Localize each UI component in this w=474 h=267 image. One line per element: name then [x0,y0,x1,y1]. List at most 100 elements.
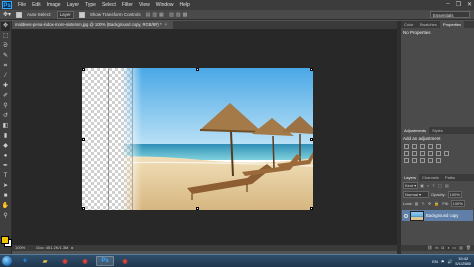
menu-layer[interactable]: Layer [67,2,80,8]
gradient-tool-icon[interactable]: ▮ [1,132,10,141]
marquee-tool-icon[interactable]: ⬚ [1,32,10,41]
menu-select[interactable]: Select [102,2,116,8]
transform-handle[interactable] [310,138,313,141]
black-white-icon[interactable] [420,151,425,156]
selective-color-icon[interactable] [436,158,441,163]
dodge-tool-icon[interactable]: ● [1,152,10,161]
transform-handle[interactable] [196,207,199,210]
flag-icon[interactable]: ⚑ [441,259,445,264]
close-tab-icon[interactable]: × [165,22,167,27]
path-select-tool-icon[interactable]: ➤ [1,182,10,191]
transform-handle[interactable] [82,138,85,141]
link-layers-icon[interactable]: ⛓ [427,245,432,251]
quick-select-tool-icon[interactable]: ✎ [1,52,10,61]
tab-properties[interactable]: Properties [439,21,465,28]
auto-select-checkbox[interactable] [16,11,23,18]
menu-window[interactable]: Window [156,2,174,8]
type-tool-icon[interactable]: T [1,172,10,181]
ie-icon[interactable]: e [16,256,34,266]
filter-icons[interactable]: ▣ ◐ T ▢ ▤ [420,183,450,188]
language-indicator[interactable]: EN [432,259,438,264]
move-tool-icon[interactable]: ✥ [1,22,10,31]
document-tab[interactable]: maldives-pena-indox-more-sistemm.jpg @ 1… [12,21,174,29]
healing-brush-tool-icon[interactable]: ✚ [1,82,10,91]
curves-icon[interactable] [420,144,425,149]
layer-name[interactable]: Background copy [426,213,458,218]
layer-row[interactable]: Background copy [402,210,473,221]
adjustment-layer-icon[interactable]: ◑ [447,245,449,251]
hand-tool-icon[interactable]: ✋ [1,202,10,211]
restore-icon[interactable]: ❐ [456,1,461,8]
menu-type[interactable]: Type [85,2,96,8]
tab-adjustments[interactable]: Adjustments [401,127,430,134]
channel-mixer-icon[interactable] [436,151,441,156]
clone-stamp-tool-icon[interactable]: ⚲ [1,102,10,111]
foreground-color-swatch[interactable] [1,236,9,244]
chrome-icon[interactable]: ◉ [76,256,94,266]
levels-icon[interactable] [412,144,417,149]
tab-styles[interactable]: Styles [429,127,446,134]
menu-view[interactable]: View [139,2,150,8]
color-swatches[interactable] [1,236,12,247]
tab-paths[interactable]: Paths [442,174,458,181]
gradient-map-icon[interactable] [428,158,433,163]
document-canvas[interactable] [82,68,313,210]
shape-tool-icon[interactable]: ■ [1,192,10,201]
brightness-icon[interactable] [404,144,409,149]
zoom-tool-icon[interactable]: ⚲ [1,212,10,221]
menu-image[interactable]: Image [47,2,61,8]
menu-filter[interactable]: Filter [122,2,133,8]
hue-saturation-icon[interactable] [404,151,409,156]
fx-icon[interactable]: fx [435,245,438,251]
clock[interactable]: 19:42 5/1/2580 [455,256,471,266]
tab-swatches[interactable]: Swatches [417,21,440,28]
chrome-icon[interactable]: ◉ [56,256,74,266]
volume-icon[interactable]: 🔊 [447,259,452,264]
tab-channels[interactable]: Channels [419,174,442,181]
transform-handle[interactable] [82,207,85,210]
tab-color[interactable]: Color [401,21,417,28]
crop-tool-icon[interactable]: ⌗ [1,62,10,71]
zoom-level[interactable]: 100% [15,245,25,250]
kind-dropdown[interactable]: Kind ▾ [403,182,419,189]
brush-tool-icon[interactable]: ✐ [1,92,10,101]
show-transform-checkbox[interactable] [78,11,85,18]
transform-handle[interactable] [310,68,313,71]
history-brush-tool-icon[interactable]: ↺ [1,112,10,121]
transform-handle[interactable] [310,207,313,210]
pen-tool-icon[interactable]: ✒ [1,162,10,171]
transform-handle[interactable] [196,68,199,71]
posterize-icon[interactable] [412,158,417,163]
menu-edit[interactable]: Edit [32,2,41,8]
lasso-tool-icon[interactable]: ᘐ [1,42,10,51]
threshold-icon[interactable] [420,158,425,163]
color-lookup-icon[interactable] [444,151,449,156]
close-icon[interactable]: ✕ [467,1,472,8]
eraser-tool-icon[interactable]: ◧ [1,122,10,131]
trash-icon[interactable]: 🗑 [466,245,471,251]
start-button[interactable] [2,256,12,266]
lock-icons[interactable]: ▦ ✎ ✥ 🔒 [415,201,441,206]
fill-field[interactable]: 100% [450,200,465,207]
exposure-icon[interactable] [428,144,433,149]
blur-tool-icon[interactable]: ◆ [1,142,10,151]
folder-icon[interactable]: ▰ [36,256,54,266]
tab-layers[interactable]: Layers [401,174,420,181]
mask-icon[interactable]: ◘ [442,245,444,251]
menu-help[interactable]: Help [180,2,190,8]
invert-icon[interactable] [404,158,409,163]
photo-filter-icon[interactable] [428,151,433,156]
minimize-icon[interactable]: – [446,1,449,8]
auto-select-dropdown[interactable]: Layer [56,10,74,19]
chrome-icon[interactable]: ◉ [116,256,134,266]
photoshop-icon[interactable]: Ps [96,256,114,266]
vibrance-icon[interactable] [436,144,441,149]
new-layer-icon[interactable]: ▤ [459,245,463,251]
blend-mode-dropdown[interactable]: Normal ▾ [403,191,429,198]
opacity-field[interactable]: 100% [447,191,462,198]
menu-file[interactable]: File [18,2,26,8]
align-icons[interactable]: ▤▥▦ ▧▨▩ [146,12,190,18]
group-icon[interactable]: ▭ [452,245,456,251]
color-balance-icon[interactable] [412,151,417,156]
workspace-dropdown[interactable]: Essentials [430,11,470,18]
